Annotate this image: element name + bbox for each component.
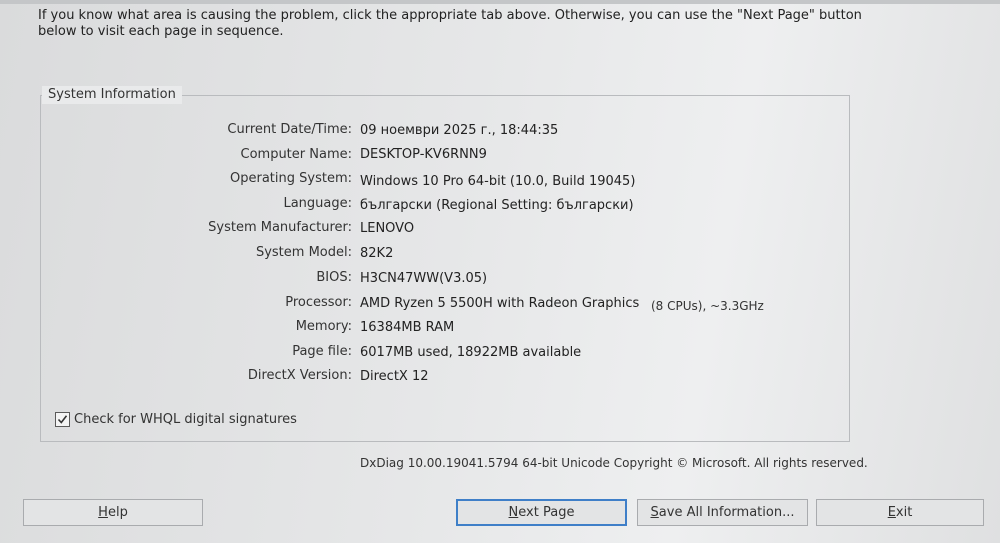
next-page-button-label: ext Page: [518, 505, 575, 520]
whql-checkbox-label[interactable]: Check for WHQL digital signatures: [74, 411, 297, 429]
help-button[interactable]: Help: [23, 499, 203, 526]
memory-value: 16384MB RAM: [360, 320, 455, 335]
bios-label: BIOS:: [316, 270, 352, 285]
next-page-button[interactable]: Next Page: [456, 499, 627, 526]
exit-button-mnemonic: E: [887, 505, 896, 520]
operating-system-label: Operating System:: [230, 171, 352, 186]
whql-checkbox[interactable]: [55, 412, 70, 427]
window-top-border: [0, 0, 1000, 4]
copyright-text: DxDiag 10.00.19041.5794 64-bit Unicode C…: [360, 456, 868, 470]
current-date-time-value: 09 ноември 2025 г., 18:44:35: [360, 123, 559, 138]
exit-button[interactable]: Exit: [816, 499, 984, 526]
operating-system-value: Windows 10 Pro 64-bit (10.0, Build 19045…: [360, 174, 636, 189]
page-file-value: 6017MB used, 18922MB available: [360, 345, 582, 360]
processor-label: Processor:: [285, 295, 352, 310]
help-button-label: elp: [107, 505, 128, 520]
system-model-label: System Model:: [255, 245, 352, 260]
save-button-label: ave All Information...: [658, 505, 795, 520]
current-date-time-label: Current Date/Time:: [227, 122, 352, 137]
help-button-mnemonic: H: [98, 505, 108, 520]
page-file-label: Page file:: [292, 344, 352, 359]
system-manufacturer-value: LENOVO: [360, 221, 415, 236]
save-button-mnemonic: S: [650, 505, 659, 520]
directx-version-label: DirectX Version:: [247, 368, 352, 383]
intro-text: If you know what area is causing the pro…: [38, 8, 862, 39]
memory-label: Memory:: [295, 319, 352, 334]
system-information-title: System Information: [42, 86, 182, 104]
next-page-button-mnemonic: N: [508, 505, 519, 520]
processor-value: AMD Ryzen 5 5500H with Radeon Graphics: [360, 296, 640, 311]
directx-version-value: DirectX 12: [360, 369, 429, 384]
language-value: български (Regional Setting: български): [360, 198, 634, 213]
system-manufacturer-label: System Manufacturer:: [208, 220, 352, 235]
computer-name-label: Computer Name:: [240, 147, 353, 162]
processor-cpu-count: (8 CPUs), ~3.3GHz: [651, 299, 764, 313]
checkmark-icon: [57, 415, 68, 424]
bios-value: H3CN47WW(V3.05): [360, 271, 488, 286]
language-label: Language:: [283, 196, 352, 211]
system-model-value: 82K2: [360, 246, 394, 261]
exit-button-label: xit: [895, 505, 913, 520]
save-all-information-button[interactable]: Save All Information...: [637, 499, 808, 526]
computer-name-value: DESKTOP-KV6RNN9: [360, 147, 487, 162]
